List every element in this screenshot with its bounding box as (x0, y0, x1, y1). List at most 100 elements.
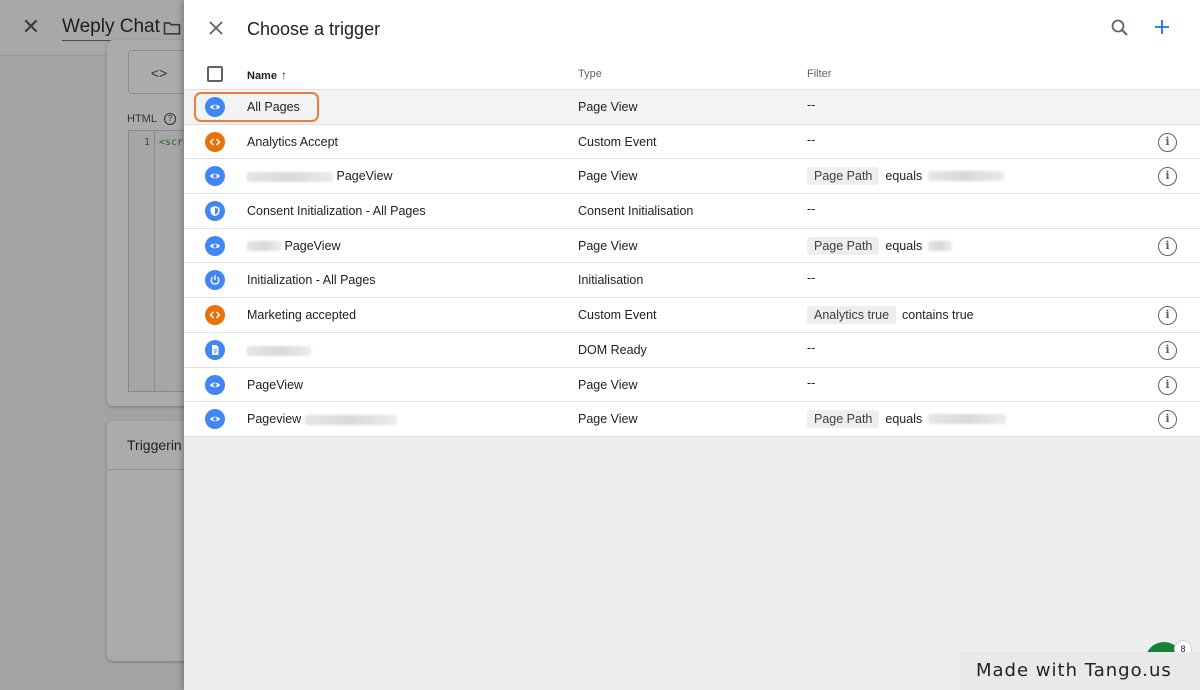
redacted-text (928, 240, 953, 251)
sort-ascending-icon[interactable]: ↑ (281, 68, 287, 82)
table-row[interactable]: Marketing accepted Custom Event Analytic… (184, 298, 1200, 333)
filter-text: -- (807, 202, 816, 217)
filter-operator: equals (885, 412, 923, 427)
select-all-checkbox[interactable] (207, 66, 223, 82)
trigger-name[interactable]: Pageview (247, 412, 397, 426)
help-icon[interactable]: ? (164, 113, 176, 125)
trigger-filter: -- (807, 202, 815, 216)
trigger-name-text: PageView (336, 169, 393, 184)
info-icon[interactable]: i (1158, 132, 1177, 152)
info-icon[interactable]: i (1158, 306, 1177, 326)
filter-chip: Page Path (807, 236, 880, 255)
table-row[interactable]: DOM Ready -- i (184, 332, 1200, 368)
eye-icon (205, 374, 225, 395)
trigger-type: Page View (578, 169, 638, 184)
trigger-filter: -- (807, 341, 815, 355)
trigger-table: Name ↑ Type Filter All Pages Page View --… (184, 58, 1200, 437)
trigger-type: Page View (578, 100, 638, 114)
triggering-title: Triggerin (127, 437, 182, 453)
trigger-name[interactable]: Consent Initialization - All Pages (247, 204, 426, 218)
trigger-filter: -- (807, 376, 815, 390)
trigger-name[interactable]: PageView (247, 169, 393, 183)
line-number: 1 (129, 131, 155, 391)
trigger-filter: Page Path equals (807, 167, 1005, 186)
filter-text: -- (807, 98, 816, 112)
trigger-name-text: PageView (284, 238, 341, 253)
column-header-type: Type (578, 68, 602, 80)
trigger-name[interactable]: PageView (247, 378, 303, 392)
filter-text: -- (807, 132, 816, 147)
redacted-text (928, 171, 1005, 182)
filter-operator: equals (885, 238, 923, 253)
code-icon (205, 131, 225, 152)
trigger-type: Page View (578, 377, 638, 392)
column-header-name[interactable]: Name ↑ (247, 68, 287, 82)
trigger-filter: -- (807, 133, 815, 147)
trigger-type: Page View (578, 412, 638, 427)
custom-html-tag-type-button[interactable]: <> (128, 50, 190, 94)
redacted-text (247, 241, 281, 252)
info-icon[interactable]: i (1158, 340, 1177, 360)
search-icon[interactable] (1110, 18, 1130, 38)
trigger-type: DOM Ready (578, 342, 647, 357)
trigger-type: Initialisation (578, 273, 644, 288)
filter-text: -- (807, 271, 816, 286)
trigger-name[interactable]: PageView (247, 239, 341, 253)
shield-icon (205, 201, 225, 222)
trigger-name[interactable] (247, 343, 311, 357)
filter-chip: Page Path (807, 167, 880, 186)
trigger-filter: Analytics true contains true (807, 306, 974, 325)
table-row[interactable]: PageView Page View Page Path equals i (184, 228, 1200, 264)
redacted-text (928, 414, 1007, 425)
eye-icon (205, 235, 225, 256)
table-row[interactable]: Pageview Page View Page Path equals i (184, 402, 1200, 437)
filter-chip: Analytics true (807, 306, 897, 325)
table-row[interactable]: PageView Page View Page Path equals i (184, 159, 1200, 195)
tag-title-field[interactable]: Weply Chat (62, 16, 160, 41)
choose-trigger-drawer: Choose a trigger Name ↑ Type Filter All P… (184, 0, 1200, 690)
eye-icon (205, 97, 225, 117)
redacted-text (247, 172, 333, 183)
eye-icon (205, 409, 225, 430)
column-name-label: Name (247, 70, 277, 82)
filter-operator: contains true (902, 308, 974, 323)
trigger-name[interactable]: Initialization - All Pages (247, 273, 376, 287)
trigger-type: Custom Event (578, 308, 657, 323)
info-icon[interactable]: i (1158, 167, 1177, 187)
redacted-text (304, 414, 397, 425)
trigger-name-text: Pageview (247, 412, 302, 427)
column-header-filter: Filter (807, 68, 832, 80)
drawer-header: Choose a trigger (184, 0, 1200, 58)
info-icon[interactable]: i (1158, 236, 1177, 256)
html-code-editor[interactable]: 1 <scr (128, 130, 188, 392)
filter-chip: Page Path (807, 410, 880, 429)
drawer-title: Choose a trigger (247, 19, 381, 39)
info-icon[interactable]: i (1158, 410, 1177, 430)
filter-operator: equals (885, 169, 923, 184)
table-row[interactable]: Consent Initialization - All Pages Conse… (184, 194, 1200, 229)
close-icon[interactable]: ✕ (20, 16, 42, 38)
trigger-type: Page View (578, 238, 638, 253)
trigger-filter: Page Path equals (807, 236, 953, 255)
trigger-type: Custom Event (578, 134, 657, 149)
add-icon[interactable] (1152, 17, 1172, 37)
filter-text: -- (807, 375, 816, 390)
trigger-filter: -- (807, 271, 815, 285)
close-icon[interactable] (206, 18, 226, 38)
trigger-name[interactable]: Analytics Accept (247, 135, 338, 149)
trigger-filter: Page Path equals (807, 410, 1007, 429)
filter-text: -- (807, 340, 816, 355)
code-text: <scr (159, 137, 184, 148)
trigger-type: Consent Initialisation (578, 204, 694, 219)
trigger-name[interactable]: All Pages (247, 100, 300, 114)
folder-icon[interactable] (162, 18, 182, 38)
table-row[interactable]: PageView Page View -- i (184, 367, 1200, 403)
table-row[interactable]: Analytics Accept Custom Event -- i (184, 124, 1200, 160)
html-label: HTML (127, 113, 157, 125)
table-row[interactable]: All Pages Page View -- (184, 90, 1200, 125)
power-icon (205, 270, 225, 291)
trigger-name[interactable]: Marketing accepted (247, 308, 356, 322)
info-icon[interactable]: i (1158, 375, 1177, 395)
table-row[interactable]: Initialization - All Pages Initialisatio… (184, 263, 1200, 299)
document-icon (205, 339, 225, 360)
